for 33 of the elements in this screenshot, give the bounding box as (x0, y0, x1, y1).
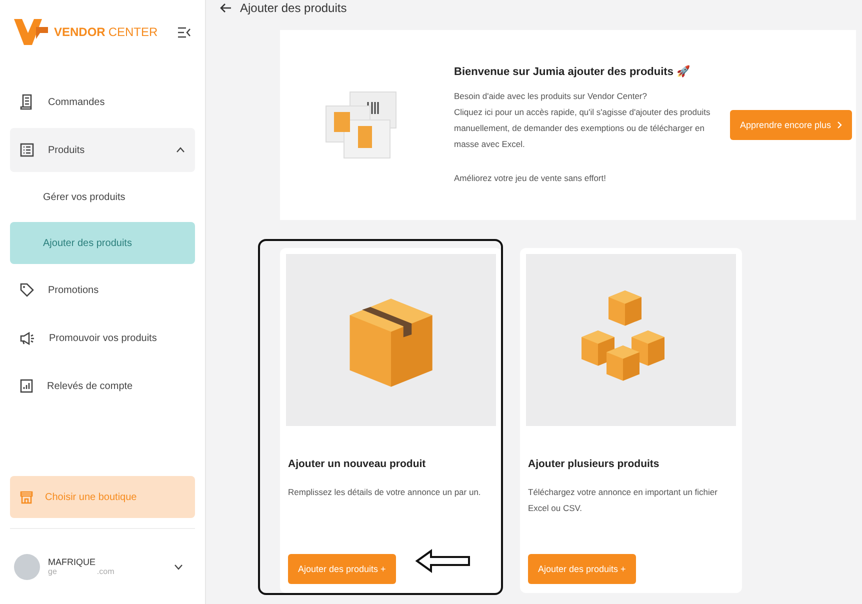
sidebar-item[interactable]: Promotions (10, 268, 195, 312)
collapse-menu-icon[interactable] (177, 26, 191, 38)
chevron-down-icon[interactable] (174, 564, 183, 570)
chevron-right-icon (837, 121, 842, 129)
account-email: .com (96, 567, 114, 576)
card-title: Ajouter un nouveau produit (288, 458, 427, 470)
card-title: Ajouter plusieurs produits (528, 458, 660, 470)
list-icon (20, 143, 34, 157)
shop-icon (20, 490, 33, 504)
chart-icon (20, 379, 33, 393)
banner-title: Bienvenue sur Jumia ajouter des produits 🚀 (454, 64, 692, 78)
sidebar-item[interactable]: Commandes (10, 80, 195, 124)
megaphone-icon (20, 332, 35, 344)
sidebar-item[interactable]: Relevés de compte (10, 364, 195, 408)
page-title: Ajouter des produits (240, 0, 347, 16)
banner-text: Besoin d'aide avec les produits sur Vendor Center? (454, 90, 648, 103)
avatar (14, 554, 40, 580)
back-arrow-icon[interactable] (220, 3, 232, 13)
card-text: Téléchargez votre annonce en important un fichier Excel ou CSV. (528, 486, 718, 515)
receipt-icon (20, 94, 34, 110)
account-name: MAFRIQUE (48, 557, 97, 567)
banner-text: Cliquez ici pour un accès rapide, qu'il s'agisse d'ajouter des produits manuellement, de demander des exemptions ou de télécharger en masse avec Excel. (454, 106, 712, 150)
sidebar-item[interactable]: Produits (10, 128, 195, 172)
sidebar-subitem[interactable]: Gérer vos produits (10, 176, 195, 218)
tag-icon (20, 283, 34, 297)
card-text: Remplissez les détails de votre annonce un par un. (288, 486, 482, 499)
account-email: ge (48, 567, 57, 576)
logo-text: VENDOR CENTER (54, 24, 158, 41)
sidebar-item[interactable]: Promouvoir vos produits (10, 316, 195, 360)
logo-icon (14, 17, 48, 47)
chevron-up-icon (176, 147, 185, 153)
left-arrow-icon (415, 549, 471, 573)
banner-text: Améliorez votre jeu de vente sans effort! (454, 172, 607, 185)
